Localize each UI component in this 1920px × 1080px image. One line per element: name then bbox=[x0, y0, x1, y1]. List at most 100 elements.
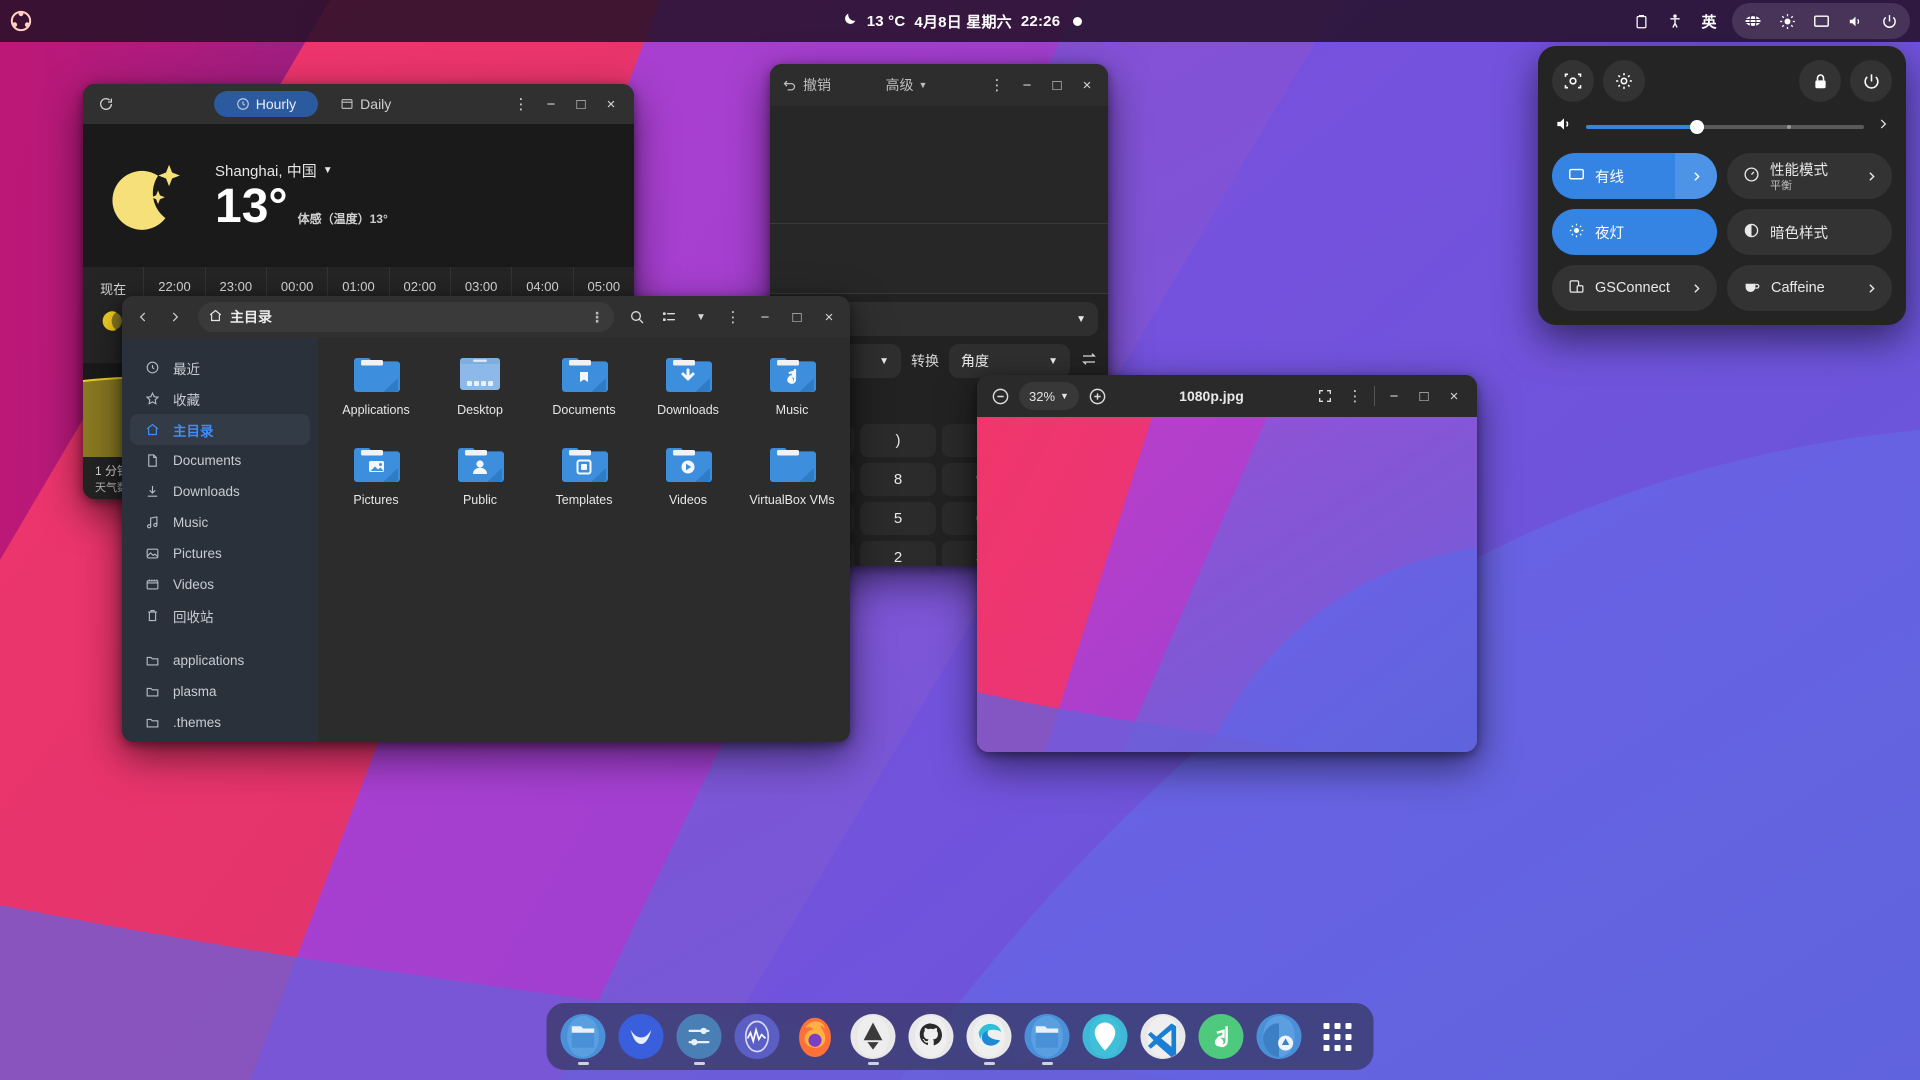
tab-daily[interactable]: Daily bbox=[318, 91, 413, 117]
system-indicators-group[interactable] bbox=[1732, 3, 1910, 39]
breadcrumb-menu-icon[interactable]: ⋮ bbox=[590, 309, 604, 326]
dock-item-settings[interactable] bbox=[675, 1012, 724, 1065]
dock-item-thunderbird[interactable] bbox=[617, 1012, 666, 1061]
file-manager-menu-icon[interactable]: ⋮ bbox=[718, 302, 748, 332]
image-canvas[interactable] bbox=[977, 417, 1477, 752]
sidebar-item-downloads[interactable]: Downloads bbox=[130, 476, 310, 507]
input-method-indicator[interactable]: 英 bbox=[1692, 5, 1726, 37]
breadcrumb[interactable]: 主目录 ⋮ bbox=[198, 302, 614, 332]
chevron-right-icon[interactable] bbox=[1675, 265, 1717, 311]
quick-settings-tiles[interactable]: 有线 性能模式 平衡 夜灯 暗色样式 GSConnect Caffeine bbox=[1552, 153, 1892, 311]
calculator-minimize-button[interactable]: − bbox=[1012, 70, 1042, 100]
forward-button[interactable] bbox=[160, 302, 190, 332]
volume-icon[interactable] bbox=[1554, 114, 1574, 139]
back-button[interactable] bbox=[128, 302, 158, 332]
sidebar-bookmark-plasma[interactable]: plasma bbox=[130, 676, 310, 707]
show-applications-button[interactable] bbox=[1313, 1012, 1362, 1061]
zoom-level-selector[interactable]: 32% ▼ bbox=[1019, 382, 1079, 410]
volume-slider[interactable] bbox=[1586, 119, 1864, 134]
chevron-right-icon[interactable] bbox=[1675, 153, 1717, 199]
sidebar-bookmark-themes[interactable]: .themes bbox=[130, 707, 310, 738]
lock-icon[interactable] bbox=[1799, 60, 1841, 102]
file-manager-maximize-button[interactable]: □ bbox=[782, 302, 812, 332]
dock-item-github[interactable] bbox=[907, 1012, 956, 1061]
calculator-mode-selector[interactable]: 高级 ▼ bbox=[886, 75, 928, 95]
image-viewer-minimize-button[interactable]: − bbox=[1379, 381, 1409, 411]
dock-item-files[interactable] bbox=[559, 1012, 608, 1065]
calculator-key[interactable]: ) bbox=[860, 424, 936, 457]
sidebar-item-documents[interactable]: Documents bbox=[130, 445, 310, 476]
file-item[interactable]: Downloads bbox=[636, 354, 740, 444]
quick-settings-panel[interactable]: 有线 性能模式 平衡 夜灯 暗色样式 GSConnect Caffeine bbox=[1538, 46, 1906, 325]
brightness-icon[interactable] bbox=[1770, 5, 1804, 37]
clipboard-icon[interactable] bbox=[1624, 5, 1658, 37]
refresh-icon[interactable] bbox=[91, 89, 121, 119]
activities-logo-icon[interactable] bbox=[8, 8, 34, 34]
dock-item-virtualbox[interactable] bbox=[1255, 1012, 1304, 1061]
sidebar-item-starred[interactable]: 收藏 bbox=[130, 383, 310, 414]
screenshot-icon[interactable] bbox=[1552, 60, 1594, 102]
sidebar-item-recent[interactable]: 最近 bbox=[130, 352, 310, 383]
file-item[interactable]: Videos bbox=[636, 444, 740, 534]
file-item[interactable]: Music bbox=[740, 354, 844, 444]
file-manager-close-button[interactable]: × bbox=[814, 302, 844, 332]
volume-slider-row[interactable] bbox=[1552, 114, 1892, 139]
dock-item-inkscape[interactable] bbox=[849, 1012, 898, 1065]
file-grid[interactable]: Applications Desktop Documents Downloads bbox=[318, 338, 850, 742]
weather-menu-icon[interactable]: ⋮ bbox=[506, 89, 536, 119]
zoom-out-icon[interactable] bbox=[985, 381, 1015, 411]
fullscreen-icon[interactable] bbox=[1310, 381, 1340, 411]
image-viewer-window[interactable]: 32% ▼ 1080p.jpg ⋮ − □ × bbox=[977, 375, 1477, 752]
image-viewer-maximize-button[interactable]: □ bbox=[1409, 381, 1439, 411]
calculator-key[interactable]: 2 bbox=[860, 541, 936, 566]
chevron-right-icon[interactable] bbox=[1850, 265, 1892, 311]
screen-icon[interactable] bbox=[1804, 5, 1838, 37]
chevron-right-icon[interactable] bbox=[1850, 153, 1892, 199]
qs-tile-caffeine[interactable]: Caffeine bbox=[1727, 265, 1892, 311]
dock[interactable] bbox=[546, 1003, 1374, 1070]
volume-icon[interactable] bbox=[1838, 5, 1872, 37]
topbar-clock-area[interactable]: 13 °C 4月8日 星期六 22:26 bbox=[300, 11, 1624, 32]
volume-output-chevron-icon[interactable] bbox=[1876, 117, 1890, 136]
sidebar-item-home[interactable]: 主目录 bbox=[130, 414, 310, 445]
qs-tile-night-light[interactable]: 夜灯 bbox=[1552, 209, 1717, 255]
dock-item-system-monitor[interactable] bbox=[733, 1012, 782, 1061]
dock-item-music-player[interactable] bbox=[1197, 1012, 1246, 1061]
calculator-maximize-button[interactable]: □ bbox=[1042, 70, 1072, 100]
file-manager-window[interactable]: 主目录 ⋮ ▼ ⋮ − □ × 最近 收藏 主目录 Documents Down… bbox=[122, 296, 850, 742]
sidebar-item-trash[interactable]: 回收站 bbox=[130, 600, 310, 631]
sidebar-bookmark-applications[interactable]: applications bbox=[130, 645, 310, 676]
image-viewer-menu-icon[interactable]: ⋮ bbox=[1340, 381, 1370, 411]
file-item[interactable]: Pictures bbox=[324, 444, 428, 534]
sidebar-item-pictures[interactable]: Pictures bbox=[130, 538, 310, 569]
image-viewer-close-button[interactable]: × bbox=[1439, 381, 1469, 411]
qs-tile-performance-mode[interactable]: 性能模式 平衡 bbox=[1727, 153, 1892, 199]
calculator-undo-button[interactable]: 撤销 bbox=[776, 75, 831, 95]
power-icon[interactable] bbox=[1872, 5, 1906, 37]
calculator-key[interactable]: 5 bbox=[860, 502, 936, 535]
accessibility-icon[interactable] bbox=[1658, 5, 1692, 37]
calculator-unit-to-select[interactable]: 角度 ▼ bbox=[949, 344, 1070, 378]
dock-item-edge[interactable] bbox=[965, 1012, 1014, 1065]
dock-item-files-2[interactable] bbox=[1023, 1012, 1072, 1065]
tab-hourly[interactable]: Hourly bbox=[213, 91, 319, 117]
file-item[interactable]: Desktop bbox=[428, 354, 532, 444]
network-icon[interactable] bbox=[1736, 5, 1770, 37]
file-item[interactable]: VirtualBox VMs bbox=[740, 444, 844, 534]
gear-icon[interactable] bbox=[1603, 60, 1645, 102]
view-options-dropdown-icon[interactable]: ▼ bbox=[686, 302, 716, 332]
weather-location[interactable]: Shanghai, 中国 ▼ bbox=[215, 160, 388, 181]
dock-item-vscode[interactable] bbox=[1139, 1012, 1188, 1061]
calculator-close-button[interactable]: × bbox=[1072, 70, 1102, 100]
weather-maximize-button[interactable]: □ bbox=[566, 89, 596, 119]
weather-close-button[interactable]: × bbox=[596, 89, 626, 119]
swap-icon[interactable] bbox=[1080, 350, 1098, 373]
list-view-icon[interactable] bbox=[654, 302, 684, 332]
qs-tile-gsconnect[interactable]: GSConnect bbox=[1552, 265, 1717, 311]
power-icon[interactable] bbox=[1850, 60, 1892, 102]
calculator-key[interactable]: 8 bbox=[860, 463, 936, 496]
qs-tile-wired[interactable]: 有线 bbox=[1552, 153, 1717, 199]
sidebar-item-videos[interactable]: Videos bbox=[130, 569, 310, 600]
weather-minimize-button[interactable]: − bbox=[536, 89, 566, 119]
weather-view-switcher[interactable]: Hourly Daily bbox=[213, 91, 414, 117]
